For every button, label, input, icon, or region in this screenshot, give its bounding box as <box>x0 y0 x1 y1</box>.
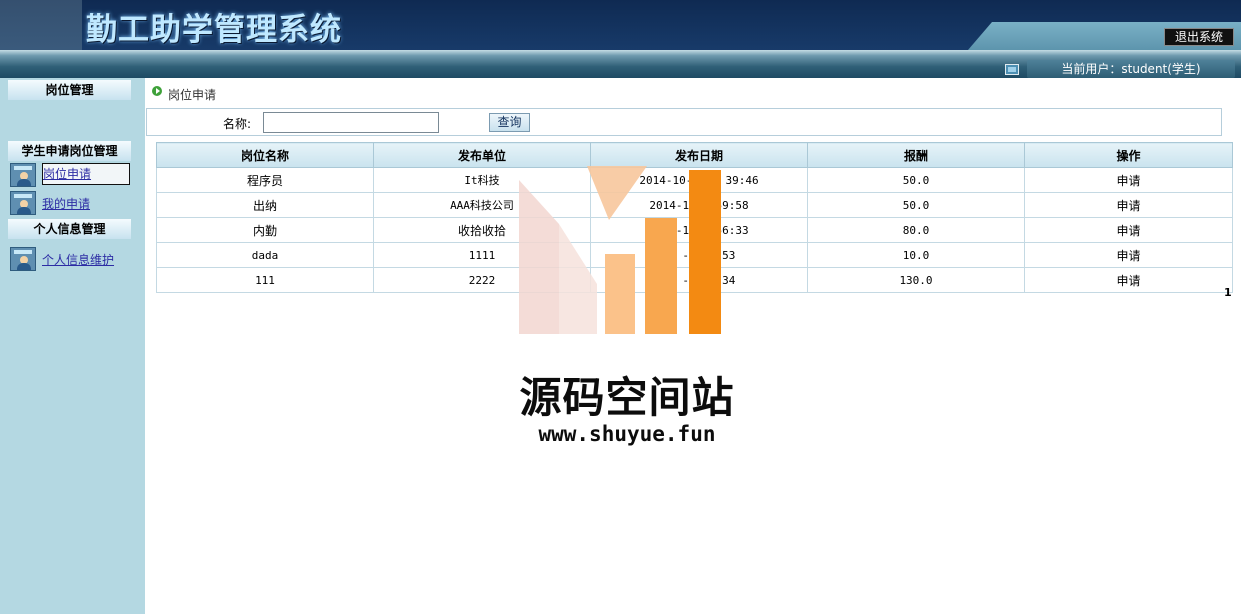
apply-link[interactable]: 申请 <box>1024 267 1233 293</box>
column-header: 报酬 <box>807 142 1025 168</box>
sidebar-section-personal-info[interactable]: 个人信息管理 <box>8 219 131 239</box>
current-user-label: 当前用户：student(学生) <box>1027 60 1235 78</box>
apply-link[interactable]: 申请 <box>1024 192 1233 218</box>
search-panel: 名称: 查询 <box>146 108 1222 136</box>
monitor-icon <box>1005 64 1019 75</box>
apply-link[interactable]: 申请 <box>1024 167 1233 193</box>
cell-pay: 80.0 <box>807 217 1025 243</box>
cell-name: 程序员 <box>156 167 374 193</box>
cell-name: 出纳 <box>156 192 374 218</box>
cell-pay: 130.0 <box>807 267 1025 293</box>
sidebar-item-label[interactable]: 个人信息维护 <box>42 251 114 268</box>
cell-pay: 10.0 <box>807 242 1025 268</box>
sidebar-section-post-management[interactable]: 岗位管理 <box>8 80 131 100</box>
sidebar-section-student-application[interactable]: 学生申请岗位管理 <box>8 141 131 161</box>
cell-pay: 50.0 <box>807 192 1025 218</box>
sidebar-item-label[interactable]: 岗位申请 <box>42 163 130 185</box>
search-input[interactable] <box>263 112 439 133</box>
breadcrumb-label: 岗位申请 <box>168 88 217 102</box>
cell-name: dada <box>156 242 374 268</box>
arrow-right-circle-icon <box>152 86 162 96</box>
sidebar: 岗位管理 学生申请岗位管理 岗位申请 我的申请 个人信息管理 个人信息维护 <box>0 78 145 614</box>
user-icon <box>10 247 36 271</box>
logout-button[interactable]: 退出系统 <box>1164 28 1234 46</box>
app-title: 勤工助学管理系统 <box>86 12 342 48</box>
user-icon <box>10 191 36 215</box>
watermark-url: www.shuyue.fun <box>538 422 716 446</box>
apply-link[interactable]: 申请 <box>1024 242 1233 268</box>
cell-name: 内勤 <box>156 217 374 243</box>
column-header: 岗位名称 <box>156 142 374 168</box>
user-icon <box>10 163 36 187</box>
search-button[interactable]: 查询 <box>489 113 530 132</box>
watermark-title: 源码空间站 <box>519 373 735 422</box>
header-left-strip <box>0 0 82 50</box>
cell-pay: 50.0 <box>807 167 1025 193</box>
pager-page-number[interactable]: 1 <box>1224 286 1232 299</box>
sidebar-item-label[interactable]: 我的申请 <box>42 195 90 212</box>
column-header: 操作 <box>1024 142 1233 168</box>
search-label: 名称: <box>223 117 252 131</box>
cell-name: 111 <box>156 267 374 293</box>
apply-link[interactable]: 申请 <box>1024 217 1233 243</box>
